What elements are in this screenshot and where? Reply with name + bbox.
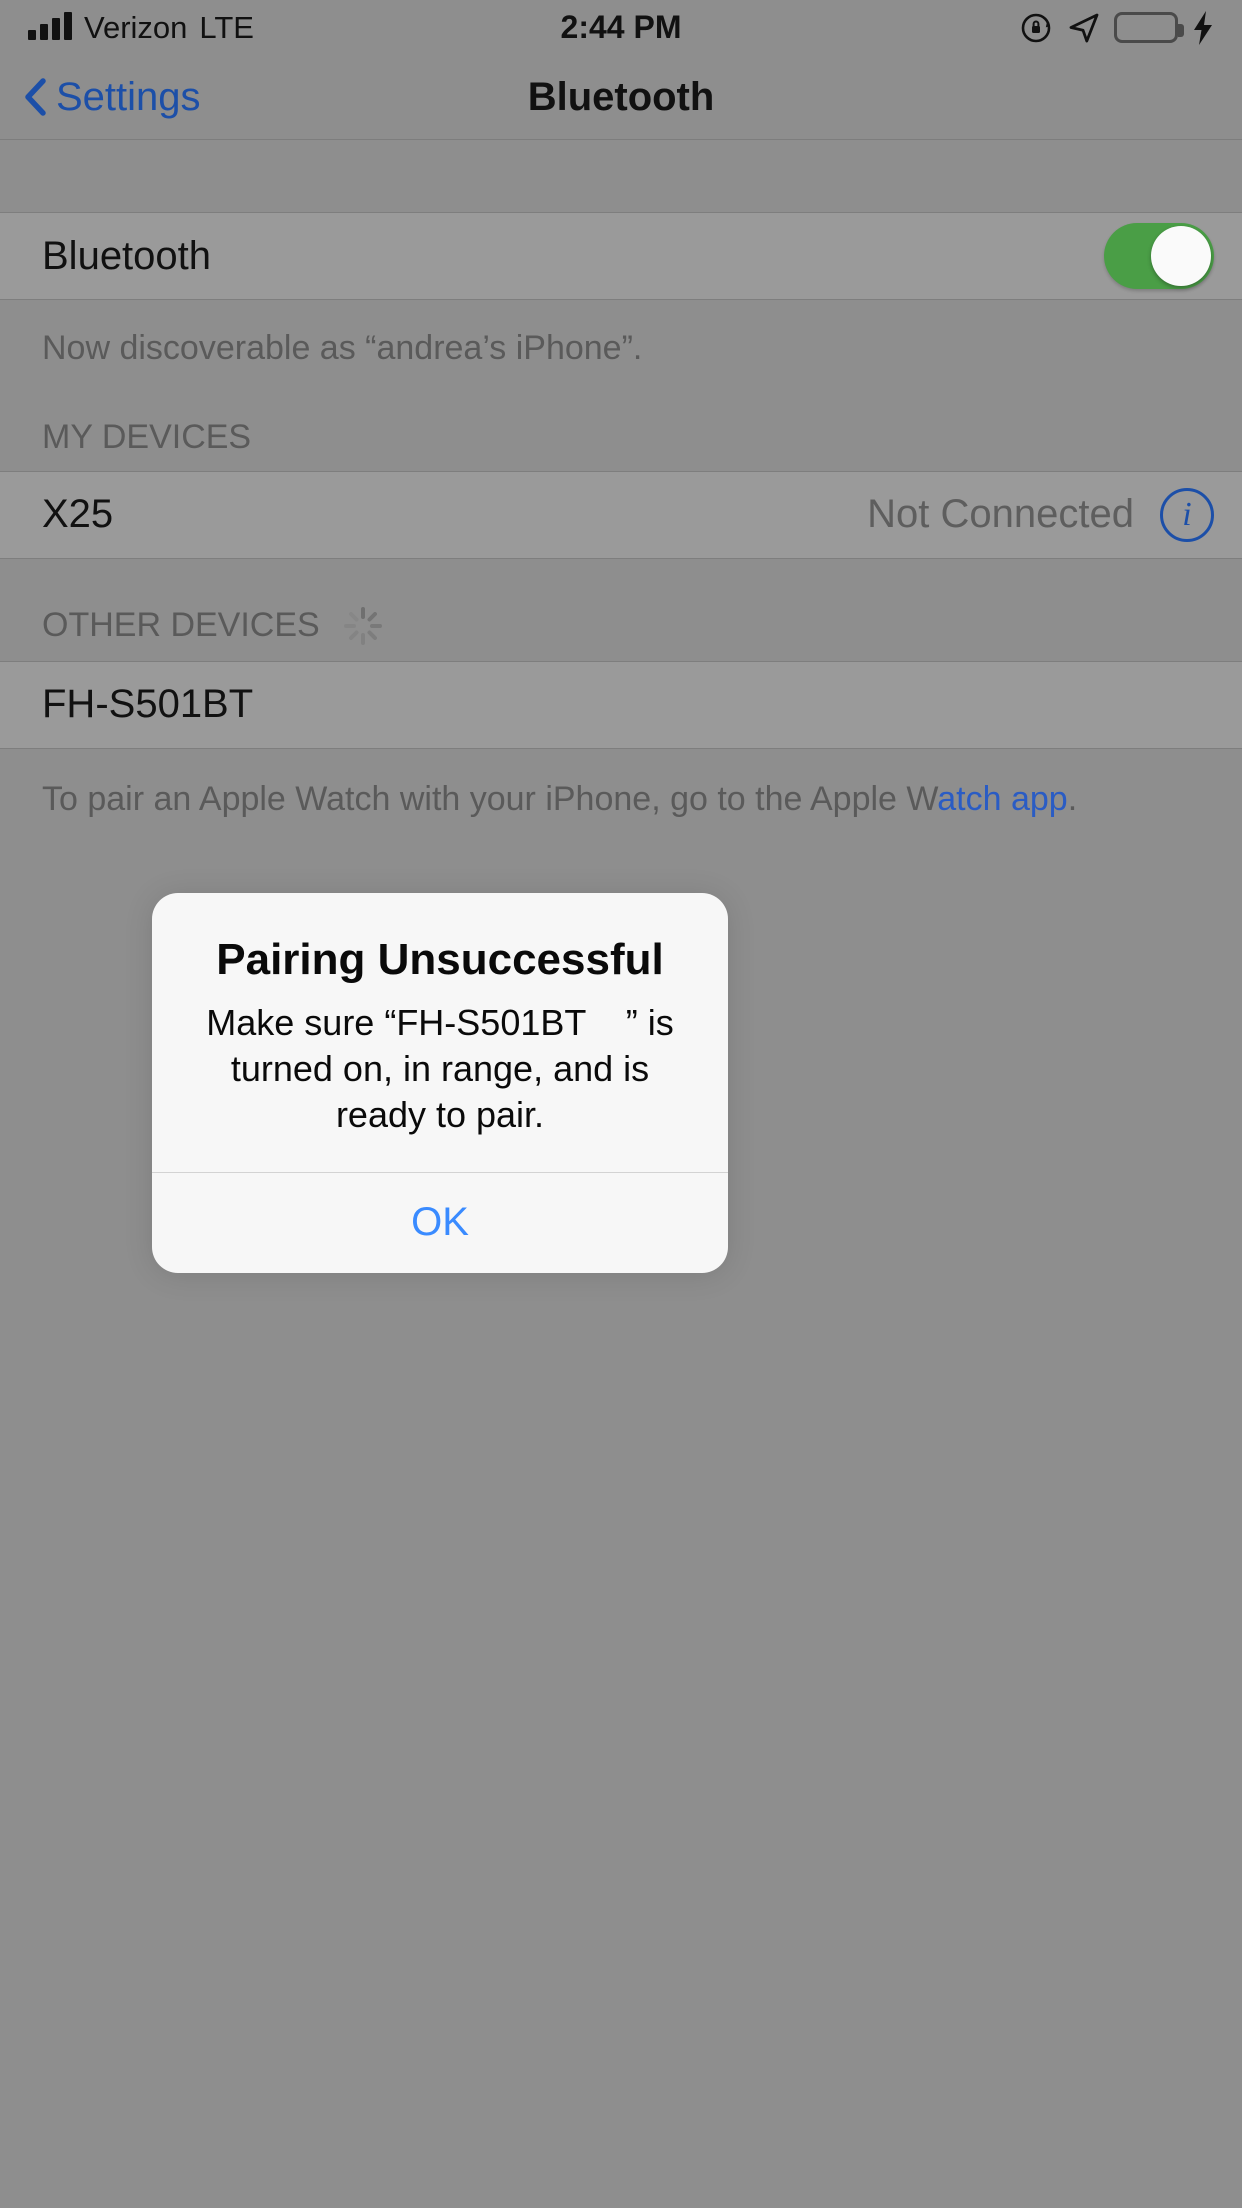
bluetooth-label: Bluetooth (42, 233, 212, 278)
toggle-knob (1151, 226, 1211, 286)
alert-ok-button[interactable]: OK (152, 1173, 728, 1273)
back-button-settings[interactable]: Settings (0, 77, 201, 117)
section-gap-top (0, 140, 1242, 212)
footer-period: . (1067, 779, 1078, 818)
bluetooth-toggle-row[interactable]: Bluetooth (0, 212, 1242, 300)
carrier-label: Verizon (84, 10, 188, 45)
apple-watch-app-link[interactable]: app (1011, 780, 1068, 818)
device-name: FH-S501BT (42, 682, 254, 727)
pairing-unsuccessful-alert: Pairing Unsuccessful Make sure “FH-S501B… (152, 893, 728, 1273)
navigation-bar: Settings Bluetooth (0, 55, 1242, 140)
my-devices-header: MY DEVICES (0, 372, 1242, 471)
device-row-x25[interactable]: X25 Not Connected i (0, 470, 1242, 559)
footer-hidden-middle: n Apple Watch with your iPhone, go to th… (172, 779, 938, 818)
status-bar-left: Verizon LTE (28, 12, 254, 43)
chevron-left-icon (24, 78, 46, 116)
alert-title: Pairing Unsuccessful (216, 935, 664, 984)
rotation-lock-icon (1020, 11, 1054, 45)
device-name: X25 (42, 492, 114, 537)
other-devices-header: OTHER DEVICES (0, 559, 1242, 661)
alert-body: Pairing Unsuccessful Make sure “FH-S501B… (152, 893, 728, 1172)
footer-space (1002, 780, 1011, 818)
alert-message: Make sure “FH-S501BT ” is turned on, in … (206, 1001, 684, 1135)
status-bar-right (1020, 10, 1214, 45)
other-devices-header-label: OTHER DEVICES (42, 606, 320, 645)
status-bar: Verizon LTE 2:44 PM (0, 0, 1242, 55)
battery-icon (1114, 12, 1184, 43)
apple-watch-link[interactable]: atch (937, 780, 1001, 818)
location-arrow-icon (1068, 12, 1100, 44)
back-button-label: Settings (56, 75, 201, 119)
apple-watch-footer: To pair an Apple Watch with your iPhone,… (0, 749, 1242, 823)
signal-bars-icon (28, 12, 72, 43)
network-type-label: LTE (199, 10, 254, 45)
discoverable-note: Now discoverable as “andrea’s iPhone”. (42, 329, 643, 367)
device-status: Not Connected (867, 492, 1134, 537)
bluetooth-toggle[interactable] (1104, 223, 1214, 289)
charging-bolt-icon (1192, 10, 1214, 45)
device-row-fh-s501bt[interactable]: FH-S501BT (0, 660, 1242, 749)
footer-prefix: To pair a (42, 779, 173, 818)
info-icon[interactable]: i (1160, 487, 1214, 542)
my-devices-header-label: MY DEVICES (42, 417, 252, 456)
bluetooth-row-right (1104, 223, 1214, 289)
activity-spinner-icon (342, 605, 384, 647)
device-row-right: Not Connected i (867, 487, 1214, 542)
